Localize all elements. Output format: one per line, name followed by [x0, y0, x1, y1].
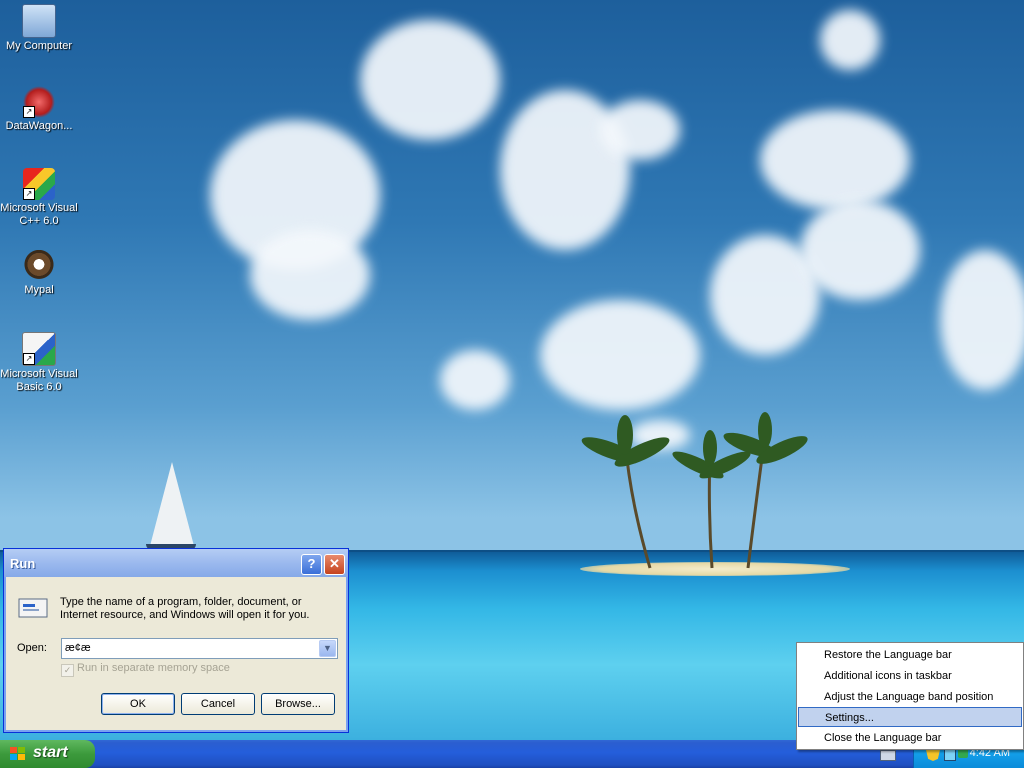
- checkbox-label: Run in separate memory space: [77, 662, 230, 674]
- windows-logo-icon: [10, 747, 25, 760]
- close-button[interactable]: ✕: [324, 554, 345, 575]
- open-input[interactable]: [65, 640, 310, 656]
- shortcut-arrow-icon: ↗: [23, 353, 35, 365]
- visual-basic-icon: ↗: [22, 332, 56, 366]
- run-icon: [18, 598, 48, 618]
- run-dialog-titlebar[interactable]: Run ? ✕: [4, 549, 348, 577]
- menu-item-additional-icons[interactable]: Additional icons in taskbar: [798, 666, 1022, 686]
- language-bar-context-menu: Restore the Language bar Additional icon…: [796, 642, 1024, 750]
- cloud: [760, 110, 910, 210]
- help-button[interactable]: ?: [301, 554, 322, 575]
- desktop-icon-my-computer[interactable]: My Computer: [0, 4, 78, 53]
- checkbox-check-icon: ✓: [61, 664, 74, 677]
- desktop-icon-datawagon[interactable]: ↗ DataWagon...: [0, 86, 78, 133]
- network-icon[interactable]: [944, 749, 956, 761]
- keyboard-icon[interactable]: [880, 750, 896, 761]
- open-combobox[interactable]: ▼: [61, 638, 338, 659]
- run-dialog-title: Run: [10, 556, 36, 571]
- run-description: Type the name of a program, folder, docu…: [60, 596, 310, 621]
- desktop-icon-label: My Computer: [5, 40, 73, 52]
- desktop-icon-label: Microsoft Visual C++ 6.0: [0, 202, 78, 227]
- shortcut-arrow-icon: ↗: [23, 188, 35, 200]
- sailboat-sail: [150, 462, 194, 546]
- mypal-icon: [23, 250, 55, 282]
- cloud: [600, 100, 680, 160]
- computer-icon: [22, 4, 56, 38]
- cloud: [250, 230, 370, 320]
- cloud: [800, 200, 920, 300]
- start-button[interactable]: start: [0, 740, 95, 768]
- ok-button[interactable]: OK: [101, 693, 175, 715]
- menu-item-close-language-bar[interactable]: Close the Language bar: [798, 728, 1022, 748]
- desktop-icon-label: Microsoft Visual Basic 6.0: [0, 368, 78, 393]
- cancel-button[interactable]: Cancel: [181, 693, 255, 715]
- cloud: [940, 250, 1024, 390]
- desktop-icon-mypal[interactable]: Mypal: [0, 250, 78, 297]
- menu-item-settings[interactable]: Settings...: [798, 707, 1022, 727]
- desktop-icon-label: DataWagon...: [5, 120, 73, 132]
- run-dialog: Run ? ✕ Type the name of a program, fold…: [3, 548, 349, 733]
- cloud: [440, 350, 510, 410]
- cloud: [820, 10, 880, 70]
- chevron-down-icon[interactable]: ▼: [319, 640, 336, 657]
- separate-memory-checkbox: ✓ Run in separate memory space: [61, 662, 230, 677]
- start-label: start: [33, 744, 68, 761]
- visual-cpp-icon: ↗: [23, 168, 55, 200]
- menu-item-restore-language-bar[interactable]: Restore the Language bar: [798, 645, 1022, 665]
- browse-button[interactable]: Browse...: [261, 693, 335, 715]
- palm-trees: [581, 412, 808, 569]
- menu-item-adjust-band-position[interactable]: Adjust the Language band position: [798, 687, 1022, 707]
- cloud: [540, 300, 700, 410]
- desktop-icon-visual-basic[interactable]: ↗ Microsoft Visual Basic 6.0: [0, 332, 78, 394]
- cloud: [360, 20, 500, 140]
- desktop-icon-label: Mypal: [24, 284, 54, 296]
- shortcut-arrow-icon: ↗: [23, 106, 35, 118]
- open-label: Open:: [17, 642, 47, 654]
- datawagon-icon: ↗: [23, 86, 55, 118]
- desktop-icon-visual-cpp[interactable]: ↗ Microsoft Visual C++ 6.0: [0, 168, 78, 228]
